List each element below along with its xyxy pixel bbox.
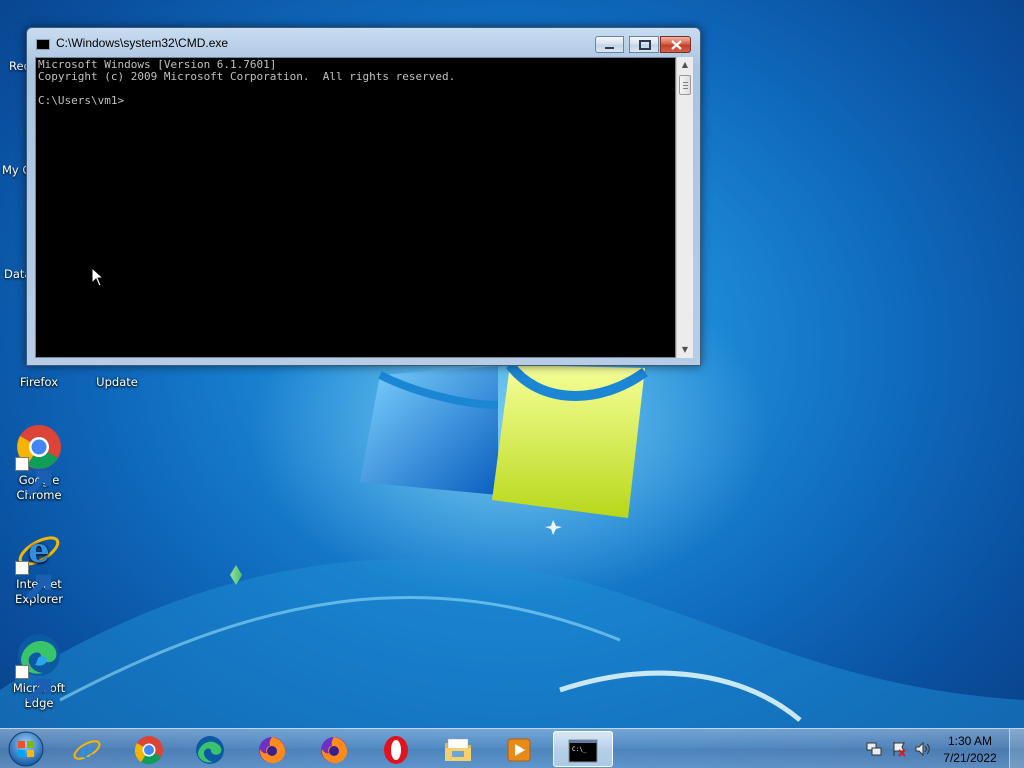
close-button[interactable] [660, 36, 691, 53]
taskbar-item-firefox[interactable] [305, 731, 363, 767]
internet-explorer-icon: e [15, 527, 63, 601]
edge-icon [196, 736, 224, 764]
desktop-icon-label: Update [96, 375, 138, 389]
taskbar-item-opera[interactable] [367, 731, 425, 767]
desktop-icon-microsoft-edge[interactable]: Microsoft Edge [1, 631, 77, 711]
firefox-icon [259, 737, 286, 764]
start-button[interactable] [4, 730, 50, 768]
taskbar: e C:\_ 1:30 AM 7/21/2022 [0, 728, 1024, 768]
cmd-icon-text: C:\_ [572, 746, 587, 753]
desktop-icon-google-chrome[interactable]: Google Chrome [1, 423, 77, 503]
system-tray: 1:30 AM 7/21/2022 [860, 729, 1024, 768]
shortcut-arrow-icon [15, 457, 52, 497]
scroll-up-arrow-icon[interactable]: ▲ [677, 57, 693, 73]
close-icon [671, 40, 682, 50]
minimize-button[interactable] [595, 36, 624, 53]
taskbar-item-firefox[interactable] [243, 731, 301, 767]
chrome-icon [134, 736, 163, 765]
taskbar-item-internet-explorer[interactable]: e [58, 731, 116, 767]
taskbar-item-media-player[interactable] [490, 731, 548, 767]
edge-icon [15, 631, 63, 705]
shortcut-arrow-icon [15, 665, 52, 705]
vertical-scrollbar[interactable]: ▲ ▼ [676, 57, 693, 358]
shortcut-arrow-icon [15, 561, 52, 601]
clock-date[interactable]: 7/21/2022 [940, 751, 1000, 765]
console-output[interactable]: Microsoft Windows [Version 6.1.7601] Copy… [35, 57, 676, 358]
desktop-icon-label: Firefox [19, 375, 59, 389]
console-prompt: C:\Users\vm1> [38, 94, 125, 107]
scroll-down-arrow-icon[interactable]: ▼ [677, 342, 693, 358]
opera-icon [384, 736, 408, 764]
cmd-icon [36, 39, 50, 50]
chrome-icon [15, 423, 63, 497]
cmd-icon: C:\_ [568, 739, 598, 763]
cmd-title-bar[interactable]: C:\Windows\system32\CMD.exe [27, 28, 700, 56]
volume-icon[interactable] [915, 741, 931, 757]
media-player-icon [507, 738, 531, 762]
minimize-icon [605, 47, 614, 49]
taskbar-item-chrome[interactable] [120, 731, 178, 767]
internet-explorer-icon: e [73, 738, 101, 764]
svg-text:e: e [80, 738, 94, 764]
maximize-icon [639, 40, 651, 50]
taskbar-item-cmd[interactable]: C:\_ [553, 731, 613, 767]
cmd-window[interactable]: C:\Windows\system32\CMD.exe Microsoft Wi… [26, 27, 701, 366]
window-title: C:\Windows\system32\CMD.exe [56, 36, 229, 50]
show-desktop-button[interactable] [1009, 729, 1024, 768]
taskbar-item-edge[interactable] [181, 731, 239, 767]
desktop-icon-internet-explorer[interactable]: e Internet Explorer [1, 527, 77, 607]
console-text: Microsoft Windows [Version 6.1.7601] Copy… [38, 59, 455, 107]
mouse-cursor-icon [91, 267, 105, 287]
firefox-icon [321, 737, 348, 764]
taskbar-item-file-explorer[interactable] [429, 731, 487, 767]
clock-time[interactable]: 1:30 AM [940, 734, 1000, 748]
network-icon[interactable] [866, 741, 882, 757]
console-line: Copyright (c) 2009 Microsoft Corporation… [38, 70, 456, 83]
maximize-button[interactable] [629, 36, 659, 53]
file-explorer-icon [445, 738, 471, 761]
action-center-icon[interactable] [891, 741, 907, 757]
scrollbar-thumb[interactable] [679, 75, 691, 95]
start-orb-icon [8, 731, 44, 767]
